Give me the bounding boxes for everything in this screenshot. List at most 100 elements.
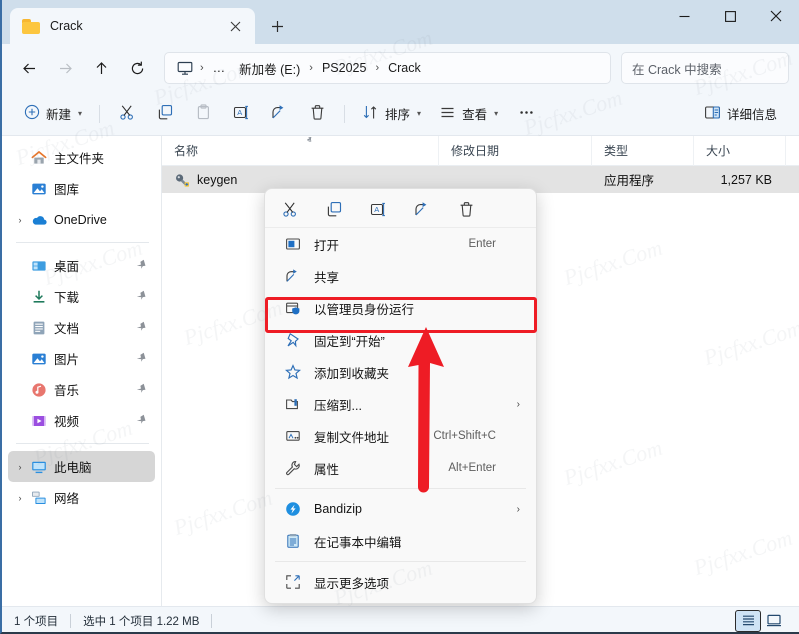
breadcrumb-separator: ›	[308, 62, 314, 74]
back-button[interactable]	[12, 51, 46, 85]
sidebar-item-home[interactable]: 主文件夹	[8, 142, 155, 173]
refresh-button[interactable]	[120, 51, 154, 85]
context-menu-item-copy-file-path[interactable]: 复制文件地址 Ctrl+Shift+C	[269, 420, 532, 452]
more-options-button[interactable]	[508, 99, 544, 129]
context-menu-divider	[275, 561, 526, 562]
sidebar-item-music[interactable]: 音乐	[8, 374, 155, 405]
breadcrumb-ps2025[interactable]: PS2025	[316, 58, 372, 78]
context-menu-item-pin-to-start[interactable]: 固定到“开始”	[269, 324, 532, 356]
status-bar: 1 个项目 选中 1 个项目 1.22 MB	[2, 606, 799, 634]
pictures-icon	[28, 351, 50, 367]
navigation-bar: › … 新加卷 (E:) › PS2025 › Crack 在 Crack 中搜…	[2, 44, 799, 92]
context-menu-item-compress-to[interactable]: 压缩到... ›	[269, 388, 532, 420]
home-icon	[28, 150, 50, 166]
paste-button[interactable]	[185, 99, 221, 129]
share-button[interactable]	[261, 99, 297, 129]
sidebar-item-onedrive[interactable]: › OneDrive	[8, 204, 155, 235]
this-pc-icon	[28, 459, 50, 475]
sidebar-item-gallery[interactable]: 图库	[8, 173, 155, 204]
sidebar-item-downloads[interactable]: 下载	[8, 281, 155, 312]
scissors-icon	[119, 104, 136, 124]
chevron-right-icon[interactable]: ›	[12, 462, 28, 472]
details-view-button[interactable]	[735, 610, 761, 632]
copy-path-icon	[283, 428, 303, 444]
sort-button[interactable]: 排序 ▾	[354, 99, 429, 129]
chevron-right-icon[interactable]: ›	[12, 493, 28, 503]
bandizip-icon	[283, 501, 303, 517]
breadcrumb-crack[interactable]: Crack	[382, 58, 427, 78]
shield-run-icon	[283, 300, 303, 316]
column-header-name[interactable]: 名称	[162, 136, 439, 166]
sidebar-item-label: 桌面	[54, 256, 79, 275]
context-menu-item-label: 在记事本中编辑	[314, 532, 402, 551]
sidebar-item-documents[interactable]: 文档	[8, 312, 155, 343]
column-header-type[interactable]: 类型	[592, 136, 694, 166]
context-menu-item-label: 共享	[314, 267, 339, 286]
pin-icon	[133, 350, 150, 368]
sidebar-divider	[16, 242, 149, 243]
minimize-button[interactable]	[661, 0, 707, 32]
copy-icon[interactable]	[323, 197, 345, 221]
sidebar-item-label: 图片	[54, 349, 79, 368]
sidebar-item-pictures[interactable]: 图片	[8, 343, 155, 374]
column-header-date[interactable]: 修改日期	[439, 136, 592, 166]
new-tab-button[interactable]	[261, 10, 293, 42]
file-explorer-window: Crack	[0, 0, 799, 634]
cut-button[interactable]	[109, 99, 145, 129]
share-icon	[271, 104, 288, 124]
window-controls	[661, 0, 799, 32]
scissors-icon[interactable]	[279, 197, 301, 221]
context-menu-item-share[interactable]: 共享	[269, 260, 532, 292]
svg-text:A: A	[237, 108, 242, 117]
delete-button[interactable]	[299, 99, 335, 129]
copy-button[interactable]	[147, 99, 183, 129]
column-header-size[interactable]: 大小	[694, 136, 786, 166]
rename-button[interactable]: A	[223, 99, 259, 129]
details-pane-button[interactable]: 详细信息	[696, 99, 785, 129]
context-menu-item-run-as-administrator[interactable]: 以管理员身份运行	[269, 292, 532, 324]
breadcrumb-volume[interactable]: 新加卷 (E:)	[233, 56, 306, 81]
file-name: keygen	[197, 173, 237, 187]
rename-icon[interactable]: A	[367, 197, 389, 221]
maximize-button[interactable]	[707, 0, 753, 32]
context-menu-item-properties[interactable]: 属性 Alt+Enter	[269, 452, 532, 484]
tab-crack[interactable]: Crack	[10, 8, 255, 44]
context-menu-item-label: 固定到“开始”	[314, 331, 385, 350]
divider	[211, 614, 212, 628]
address-bar[interactable]: › … 新加卷 (E:) › PS2025 › Crack	[164, 52, 611, 84]
large-icons-view-button[interactable]	[761, 610, 787, 632]
sidebar-item-network[interactable]: › 网络	[8, 482, 155, 513]
view-button[interactable]: 查看 ▾	[431, 99, 506, 129]
new-button[interactable]: 新建 ▾	[16, 99, 90, 129]
context-menu-item-bandizip[interactable]: Bandizip ›	[269, 493, 532, 525]
documents-icon	[28, 320, 50, 336]
divider	[344, 105, 345, 123]
tab-strip: Crack	[2, 0, 293, 44]
trash-icon[interactable]	[455, 197, 477, 221]
view-list-icon	[439, 104, 456, 124]
pin-icon	[133, 412, 150, 430]
search-input[interactable]: 在 Crack 中搜索	[621, 52, 789, 84]
view-toggle-group	[735, 610, 787, 632]
sidebar-item-label: 视频	[54, 411, 79, 430]
context-menu-item-add-to-favorites[interactable]: 添加到收藏夹	[269, 356, 532, 388]
chevron-down-icon: ▾	[494, 109, 498, 118]
tab-close-icon[interactable]	[223, 14, 247, 38]
up-button[interactable]	[84, 51, 118, 85]
chevron-right-icon[interactable]: ›	[12, 215, 28, 225]
status-selection-info: 选中 1 个项目 1.22 MB	[83, 613, 199, 629]
sidebar-item-videos[interactable]: 视频	[8, 405, 155, 436]
sidebar-item-this-pc[interactable]: › 此电脑	[8, 451, 155, 482]
navigation-sidebar: 主文件夹 图库 ›	[2, 136, 162, 606]
pin-icon	[283, 332, 303, 348]
share-icon[interactable]	[411, 197, 433, 221]
sidebar-item-desktop[interactable]: 桌面	[8, 250, 155, 281]
rename-icon: A	[233, 104, 250, 124]
breadcrumb-overflow[interactable]: …	[207, 58, 232, 78]
context-menu-item-open[interactable]: 打开 Enter	[269, 228, 532, 260]
forward-button[interactable]	[48, 51, 82, 85]
context-menu-item-edit-in-notepad[interactable]: 在记事本中编辑	[269, 525, 532, 557]
close-button[interactable]	[753, 0, 799, 32]
context-menu-item-show-more-options[interactable]: 显示更多选项	[269, 566, 532, 598]
divider	[99, 105, 100, 123]
